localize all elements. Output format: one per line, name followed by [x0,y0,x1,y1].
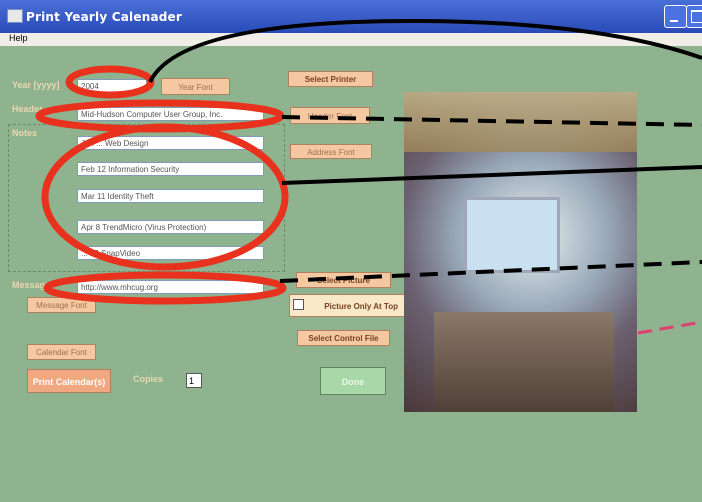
print-calendar-window: Print Yearly Calenader Help Year [yyyy] … [0,0,702,502]
annotation-leader [279,260,702,283]
annotation-ellipse [43,271,287,305]
annotation-leader [281,165,702,185]
annotation-leader [637,320,702,335]
annotation-leader [148,18,702,83]
annotation-ellipse [41,123,289,271]
annotation-overlay [35,18,702,335]
annotation-ellipse [65,65,155,99]
annotation-leader [281,115,702,127]
